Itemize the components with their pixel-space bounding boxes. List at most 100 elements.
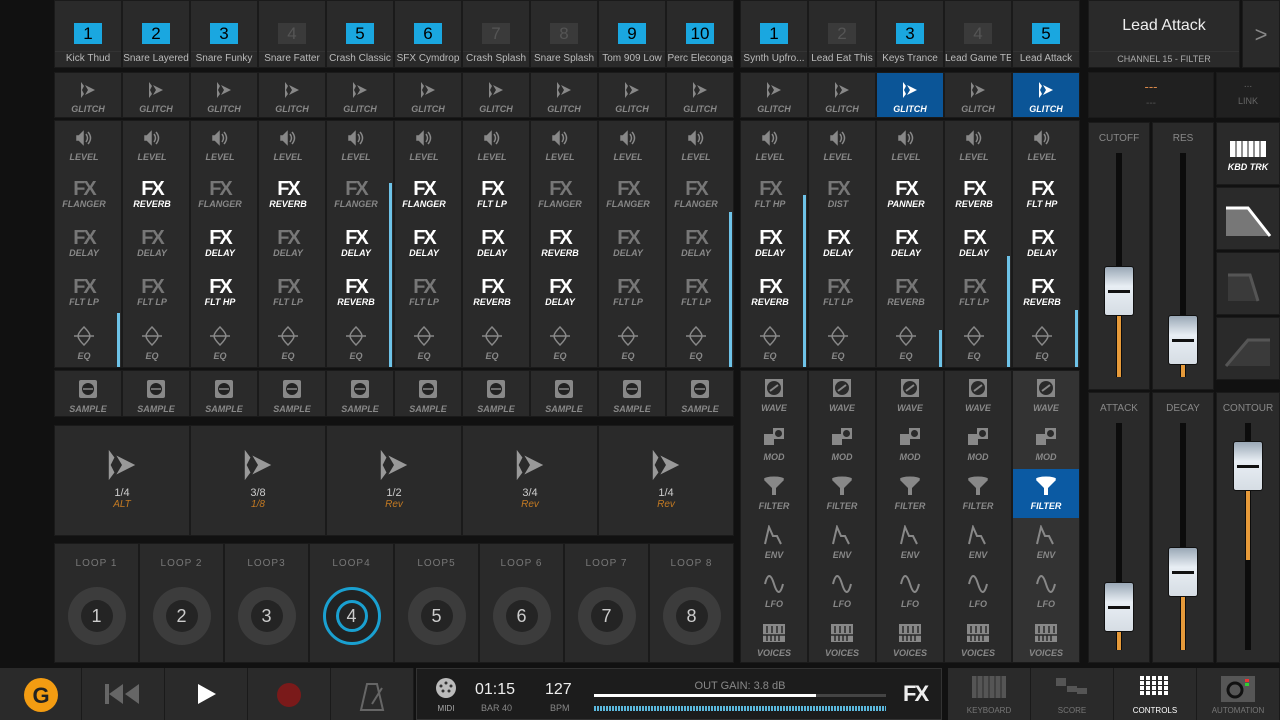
eq-button[interactable]: EQ <box>463 325 521 361</box>
fx-slot[interactable]: FX FLT HP <box>741 179 799 209</box>
channel-header[interactable]: 10 Perc Eleconga <box>666 0 734 68</box>
wave-button[interactable]: WAVE <box>1013 371 1079 420</box>
glitch-button[interactable]: GLITCH <box>598 72 666 118</box>
fx-slot[interactable]: FX FLT LP <box>123 277 181 307</box>
sample-button[interactable]: SAMPLE <box>462 370 530 417</box>
eq-button[interactable]: EQ <box>809 325 867 361</box>
fx-slot[interactable]: FX DELAY <box>945 228 1003 258</box>
fx-slot[interactable]: FX FLT HP <box>1013 179 1071 209</box>
level-button[interactable]: LEVEL <box>259 129 317 162</box>
fx-slot[interactable]: FX DELAY <box>809 228 867 258</box>
glitch-button[interactable]: GLITCH <box>190 72 258 118</box>
view-keyboard[interactable]: KEYBOARD <box>948 668 1031 720</box>
glitch-button[interactable]: GLITCH <box>122 72 190 118</box>
voices-button[interactable]: VOICES <box>945 616 1011 665</box>
fx-slot[interactable]: FX FLANGER <box>327 179 385 209</box>
view-score[interactable]: SCORE <box>1031 668 1114 720</box>
eq-button[interactable]: EQ <box>531 325 589 361</box>
channel-header[interactable]: 4 Lead Game TE <box>944 0 1012 68</box>
glitch-pad[interactable]: 1/4 Rev <box>598 425 734 536</box>
fx-slot[interactable]: FX FLANGER <box>667 179 725 209</box>
channel-header[interactable]: 6 SFX Cymdrop <box>394 0 462 68</box>
slider-res[interactable]: RES <box>1152 122 1214 390</box>
channel-header[interactable]: 2 Lead Eat This <box>808 0 876 68</box>
loop-button[interactable]: LOOP3 3 <box>224 543 309 663</box>
sample-button[interactable]: SAMPLE <box>666 370 734 417</box>
fx-slot[interactable]: FX FLANGER <box>55 179 113 209</box>
channel-header[interactable]: 3 Snare Funky <box>190 0 258 68</box>
fx-slot[interactable]: FX REVERB <box>945 179 1003 209</box>
lfo-button[interactable]: LFO <box>1013 567 1079 616</box>
glitch-button[interactable]: GLITCH <box>530 72 598 118</box>
fx-slot[interactable]: FX FLT LP <box>463 179 521 209</box>
loop-button[interactable]: LOOP 8 8 <box>649 543 734 663</box>
fx-slot[interactable]: FX REVERB <box>259 179 317 209</box>
fx-slot[interactable]: FX DELAY <box>667 228 725 258</box>
level-button[interactable]: LEVEL <box>877 129 935 162</box>
kbd-track-button[interactable]: KBD TRK <box>1216 122 1280 185</box>
app-logo[interactable]: G <box>0 668 82 720</box>
eq-button[interactable]: EQ <box>395 325 453 361</box>
wave-button[interactable]: WAVE <box>877 371 943 420</box>
filter-type-button[interactable] <box>1216 317 1280 380</box>
slider-handle[interactable] <box>1104 266 1134 317</box>
glitch-pad[interactable]: 1/2 Rev <box>326 425 462 536</box>
glitch-button[interactable]: GLITCH <box>394 72 462 118</box>
fx-slot[interactable]: FX FLANGER <box>599 179 657 209</box>
voices-button[interactable]: VOICES <box>809 616 875 665</box>
voices-button[interactable]: VOICES <box>741 616 807 665</box>
fx-slot[interactable]: FX DELAY <box>55 228 113 258</box>
mod-button[interactable]: MOD <box>809 420 875 469</box>
filter-button[interactable]: FILTER <box>741 469 807 518</box>
tempo[interactable]: 127 <box>545 681 572 699</box>
slider-contour[interactable]: CONTOUR <box>1216 392 1280 663</box>
eq-button[interactable]: EQ <box>327 325 385 361</box>
glitch-pad[interactable]: 1/4 ALT <box>54 425 190 536</box>
channel-header[interactable]: 5 Crash Classic <box>326 0 394 68</box>
slider-cutoff[interactable]: CUTOFF <box>1088 122 1150 390</box>
wave-button[interactable]: WAVE <box>741 371 807 420</box>
fx-button[interactable]: FX <box>903 681 929 707</box>
fx-slot[interactable]: FX DELAY <box>877 228 935 258</box>
glitch-button[interactable]: GLITCH <box>462 72 530 118</box>
link-button[interactable]: ... LINK <box>1216 72 1280 118</box>
glitch-button[interactable]: GLITCH <box>666 72 734 118</box>
glitch-button[interactable]: GLITCH <box>808 72 876 118</box>
eq-button[interactable]: EQ <box>191 325 249 361</box>
channel-header[interactable]: 1 Synth Upfro... <box>740 0 808 68</box>
lfo-button[interactable]: LFO <box>877 567 943 616</box>
channel-header[interactable]: 9 Tom 909 Low <box>598 0 666 68</box>
glitch-button[interactable]: GLITCH <box>876 72 944 118</box>
mod-button[interactable]: MOD <box>1013 420 1079 469</box>
glitch-button[interactable]: GLITCH <box>258 72 326 118</box>
sample-button[interactable]: SAMPLE <box>190 370 258 417</box>
fx-slot[interactable]: FX FLT LP <box>395 277 453 307</box>
fx-slot[interactable]: FX FLT LP <box>809 277 867 307</box>
fx-slot[interactable]: FX DELAY <box>599 228 657 258</box>
sample-button[interactable]: SAMPLE <box>258 370 326 417</box>
filter-button[interactable]: FILTER <box>1013 469 1079 518</box>
level-button[interactable]: LEVEL <box>395 129 453 162</box>
glitch-button[interactable]: GLITCH <box>326 72 394 118</box>
level-button[interactable]: LEVEL <box>741 129 799 162</box>
channel-header[interactable]: 8 Snare Splash <box>530 0 598 68</box>
metronome-button[interactable] <box>331 668 414 720</box>
loop-button[interactable]: LOOP 6 6 <box>479 543 564 663</box>
glitch-pad[interactable]: 3/4 Rev <box>462 425 598 536</box>
loop-button[interactable]: LOOP5 5 <box>394 543 479 663</box>
eq-button[interactable]: EQ <box>599 325 657 361</box>
fx-slot[interactable]: FX FLANGER <box>395 179 453 209</box>
next-button[interactable]: > <box>1242 0 1280 68</box>
eq-button[interactable]: EQ <box>741 325 799 361</box>
level-button[interactable]: LEVEL <box>463 129 521 162</box>
level-button[interactable]: LEVEL <box>599 129 657 162</box>
play-button[interactable] <box>165 668 248 720</box>
fx-slot[interactable]: FX DELAY <box>395 228 453 258</box>
env-button[interactable]: ENV <box>741 518 807 567</box>
fx-slot[interactable]: FX FLT LP <box>55 277 113 307</box>
mod-button[interactable]: MOD <box>945 420 1011 469</box>
eq-button[interactable]: EQ <box>259 325 317 361</box>
view-controls[interactable]: CONTROLS <box>1114 668 1197 720</box>
fx-slot[interactable]: FX DELAY <box>191 228 249 258</box>
loop-button[interactable]: LOOP 1 1 <box>54 543 139 663</box>
